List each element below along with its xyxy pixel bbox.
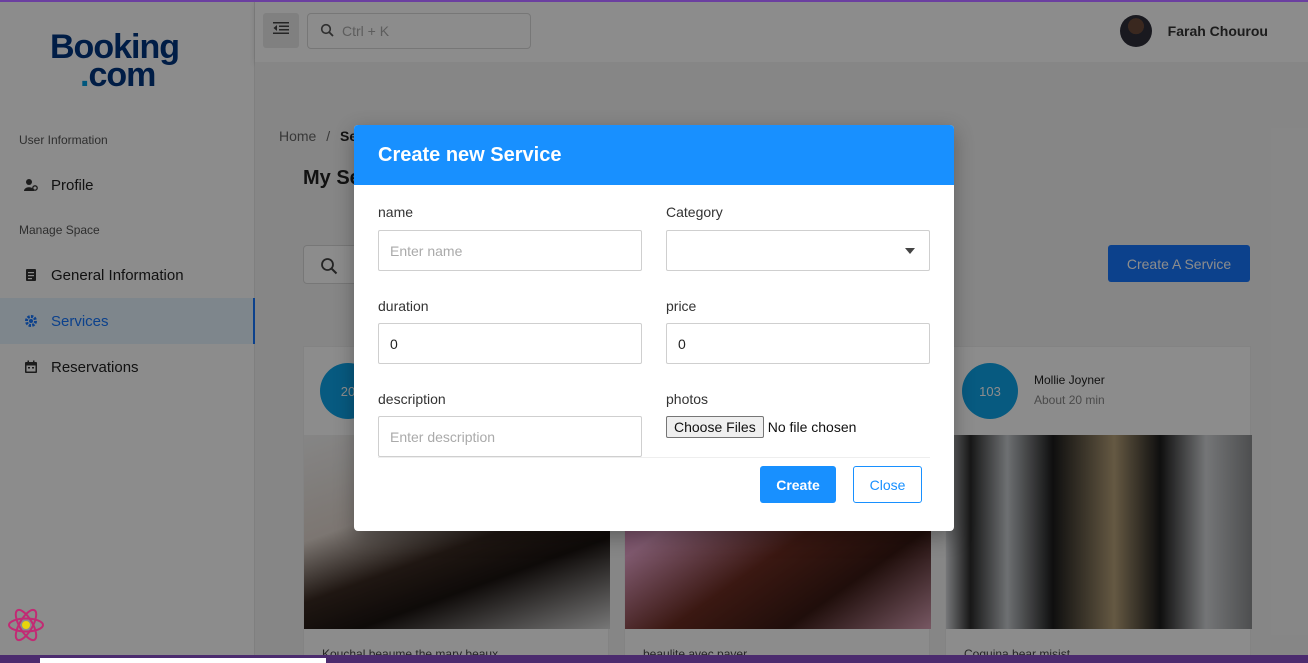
category-label: Category bbox=[666, 204, 723, 220]
window-frame-top bbox=[0, 0, 1308, 2]
price-field[interactable] bbox=[666, 323, 930, 364]
create-button[interactable]: Create bbox=[760, 466, 836, 503]
create-service-modal: Create new Service name Category duratio… bbox=[354, 125, 954, 531]
category-select[interactable] bbox=[666, 230, 930, 271]
footer-divider bbox=[378, 457, 930, 458]
taskbar-item[interactable] bbox=[40, 658, 326, 663]
photos-file-input: Choose Files No file chosen bbox=[666, 416, 856, 438]
description-field[interactable] bbox=[378, 416, 642, 457]
description-label: description bbox=[378, 391, 446, 407]
close-button[interactable]: Close bbox=[853, 466, 922, 503]
taskbar bbox=[0, 655, 1308, 663]
price-label: price bbox=[666, 298, 697, 314]
react-devtools-icon[interactable] bbox=[6, 605, 46, 645]
caret-down-icon bbox=[905, 248, 915, 254]
name-field[interactable] bbox=[378, 230, 642, 271]
duration-label: duration bbox=[378, 298, 429, 314]
modal-title: Create new Service bbox=[354, 125, 954, 185]
duration-field[interactable] bbox=[378, 323, 642, 364]
name-label: name bbox=[378, 204, 414, 220]
choose-files-button[interactable]: Choose Files bbox=[666, 416, 764, 438]
photos-label: photos bbox=[666, 391, 709, 407]
file-status: No file chosen bbox=[767, 419, 857, 435]
